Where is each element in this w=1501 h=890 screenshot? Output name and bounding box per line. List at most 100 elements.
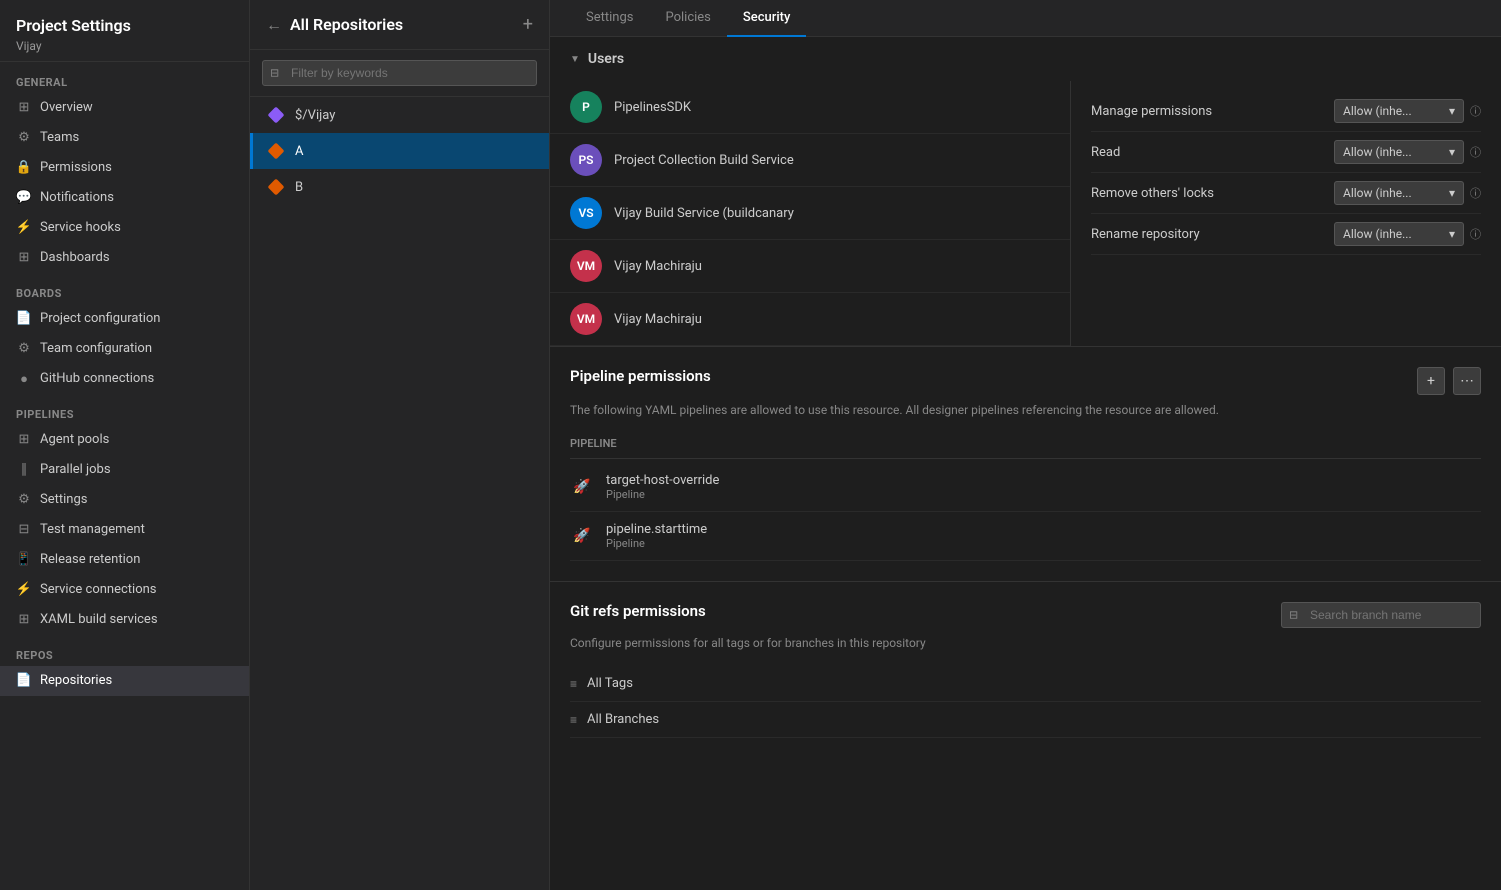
sidebar-item-permissions[interactable]: 🔒 Permissions: [0, 153, 249, 183]
content-scroll: ▼ Users P PipelinesSDK PS Project Collec…: [550, 37, 1501, 890]
sidebar-section-boards: Boards: [0, 273, 249, 304]
sidebar-section-pipelines: Pipelines: [0, 394, 249, 425]
user-name-vijay-build: Vijay Build Service (buildcanary: [614, 206, 794, 221]
perm-dropdown-rename-repo[interactable]: Allow (inhe... ▾: [1334, 222, 1464, 246]
pipeline-permissions-header: Pipeline permissions + ⋯: [570, 367, 1481, 395]
sidebar-item-label: Agent pools: [40, 432, 109, 447]
perm-dropdown-value: Allow (inhe...: [1343, 145, 1412, 159]
tag-icon: ≡: [570, 677, 577, 691]
parallel-icon: ∥: [16, 462, 32, 478]
pipeline-permissions-title-group: Pipeline permissions: [570, 367, 711, 385]
sidebar-item-overview[interactable]: ⊞ Overview: [0, 93, 249, 123]
perm-row-read: Read Allow (inhe... ▾ ⓘ: [1091, 132, 1481, 173]
avatar-vijay-machiraju-1: VM: [570, 250, 602, 282]
pipeline-row-target-host: 🚀 target-host-override Pipeline: [570, 463, 1481, 512]
teams-icon: ⚙: [16, 130, 32, 146]
dashboard-icon: ⊞: [16, 250, 32, 266]
user-row-vijay-machiraju-1[interactable]: VM Vijay Machiraju: [550, 240, 1070, 293]
pipeline-row-starttime: 🚀 pipeline.starttime Pipeline: [570, 512, 1481, 561]
tab-security[interactable]: Security: [727, 0, 806, 37]
perm-dropdown-read[interactable]: Allow (inhe... ▾: [1334, 140, 1464, 164]
info-icon-rename-repo[interactable]: ⓘ: [1470, 226, 1481, 242]
lock-icon: 🔒: [16, 160, 32, 176]
sidebar-item-service-hooks[interactable]: ⚡ Service hooks: [0, 213, 249, 243]
chevron-down-icon: ▼: [570, 54, 580, 65]
sidebar-item-service-connections[interactable]: ⚡ Service connections: [0, 575, 249, 605]
add-pipeline-button[interactable]: +: [1417, 367, 1445, 395]
chevron-down-icon: ▾: [1449, 227, 1455, 241]
doc-icon: 📄: [16, 311, 32, 327]
branch-icon: ≡: [570, 713, 577, 727]
sidebar-item-release-retention[interactable]: 📱 Release retention: [0, 545, 249, 575]
pipeline-type-2: Pipeline: [606, 537, 1481, 550]
back-button[interactable]: ←: [266, 15, 282, 35]
perm-dropdown-remove-locks[interactable]: Allow (inhe... ▾: [1334, 181, 1464, 205]
user-row-pipelines-sdk[interactable]: P PipelinesSDK: [550, 81, 1070, 134]
tab-settings[interactable]: Settings: [570, 0, 649, 37]
sidebar-item-repositories[interactable]: 📄 Repositories: [0, 666, 249, 696]
user-row-project-collection[interactable]: PS Project Collection Build Service: [550, 134, 1070, 187]
sidebar-item-label: Repositories: [40, 673, 112, 688]
user-row-vijay-machiraju-2[interactable]: VM Vijay Machiraju: [550, 293, 1070, 346]
sidebar-item-project-config[interactable]: 📄 Project configuration: [0, 304, 249, 334]
sidebar-item-teams[interactable]: ⚙ Teams: [0, 123, 249, 153]
repo-item-B[interactable]: B: [250, 169, 549, 205]
more-options-button[interactable]: ⋯: [1453, 367, 1481, 395]
test-icon: ⊟: [16, 522, 32, 538]
tab-policies[interactable]: Policies: [649, 0, 726, 37]
ref-row-all-tags[interactable]: ≡ All Tags: [570, 666, 1481, 702]
sidebar-item-label: Project configuration: [40, 311, 160, 326]
filter-input[interactable]: [262, 60, 537, 86]
perm-select-manage: Allow (inhe... ▾ ⓘ: [1334, 99, 1481, 123]
repo-A-icon: [267, 142, 285, 160]
sidebar-item-dashboards[interactable]: ⊞ Dashboards: [0, 243, 249, 273]
repo-vijay-icon: [267, 106, 285, 124]
sidebar-item-notifications[interactable]: 💬 Notifications: [0, 183, 249, 213]
sidebar-item-team-config[interactable]: ⚙ Team configuration: [0, 334, 249, 364]
users-list: P PipelinesSDK PS Project Collection Bui…: [550, 81, 1501, 346]
perm-select-remove-locks: Allow (inhe... ▾ ⓘ: [1334, 181, 1481, 205]
chevron-down-icon: ▾: [1449, 104, 1455, 118]
perm-label-manage: Manage permissions: [1091, 104, 1212, 119]
info-icon-remove-locks[interactable]: ⓘ: [1470, 185, 1481, 201]
user-name-pipelines-sdk: PipelinesSDK: [614, 100, 691, 115]
sidebar-item-settings[interactable]: ⚙ Settings: [0, 485, 249, 515]
repo-B-icon: [267, 178, 285, 196]
connection-icon: ⚡: [16, 582, 32, 598]
pipeline-info-1: target-host-override Pipeline: [606, 473, 1481, 501]
sidebar-item-parallel-jobs[interactable]: ∥ Parallel jobs: [0, 455, 249, 485]
sidebar-item-test-management[interactable]: ⊟ Test management: [0, 515, 249, 545]
pipeline-permissions-title: Pipeline permissions: [570, 367, 711, 385]
git-refs-desc: Configure permissions for all tags or fo…: [570, 634, 1481, 652]
user-name-vijay-machiraju-1: Vijay Machiraju: [614, 259, 702, 274]
ref-row-all-branches[interactable]: ≡ All Branches: [570, 702, 1481, 738]
sidebar-item-github-connections[interactable]: ● GitHub connections: [0, 364, 249, 394]
filter-bar: ⊟: [250, 50, 549, 97]
repo-item-A[interactable]: A: [250, 133, 549, 169]
middle-header-left: ← All Repositories: [266, 15, 403, 35]
sidebar-item-agent-pools[interactable]: ⊞ Agent pools: [0, 425, 249, 455]
user-row-vijay-build[interactable]: VS Vijay Build Service (buildcanary: [550, 187, 1070, 240]
sidebar-item-xaml-build[interactable]: ⊞ XAML build services: [0, 605, 249, 635]
sidebar-item-label: Team configuration: [40, 341, 152, 356]
repo-item-vijay[interactable]: $/Vijay: [250, 97, 549, 133]
pipeline-col-header: Pipeline: [570, 433, 1481, 459]
sidebar-title: Project Settings: [16, 16, 233, 37]
info-icon-manage[interactable]: ⓘ: [1470, 103, 1481, 119]
add-repo-button[interactable]: +: [523, 14, 533, 35]
users-section: ▼ Users P PipelinesSDK PS Project Collec…: [550, 37, 1501, 347]
search-branch-input[interactable]: [1281, 602, 1481, 628]
users-right-panel: Manage permissions Allow (inhe... ▾ ⓘ Re…: [1071, 81, 1501, 346]
perm-select-rename-repo: Allow (inhe... ▾ ⓘ: [1334, 222, 1481, 246]
middle-header: ← All Repositories +: [250, 0, 549, 50]
info-icon-read[interactable]: ⓘ: [1470, 144, 1481, 160]
perm-dropdown-manage[interactable]: Allow (inhe... ▾: [1334, 99, 1464, 123]
xaml-icon: ⊞: [16, 612, 32, 628]
pipeline-permissions-block: Pipeline permissions + ⋯ The following Y…: [550, 347, 1501, 582]
users-header[interactable]: ▼ Users: [550, 37, 1501, 81]
sidebar-section-general: General: [0, 62, 249, 93]
git-refs-title-group: Git refs permissions: [570, 602, 706, 620]
sidebar-item-label: Permissions: [40, 160, 112, 175]
users-left-panel: P PipelinesSDK PS Project Collection Bui…: [550, 81, 1071, 346]
sidebar-item-label: Notifications: [40, 190, 114, 205]
